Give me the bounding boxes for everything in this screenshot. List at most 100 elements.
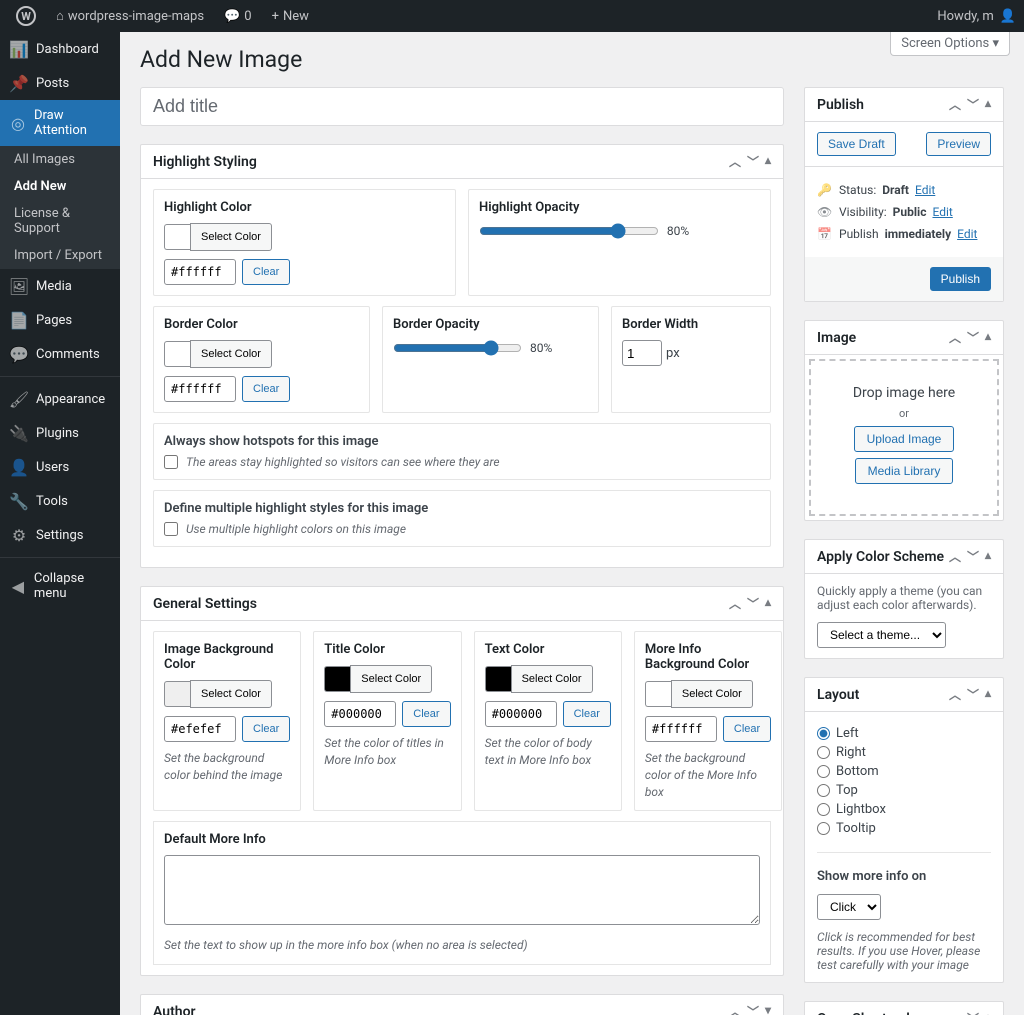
- radio-top[interactable]: Top: [817, 783, 991, 798]
- color-swatch[interactable]: [645, 681, 671, 707]
- radio-input[interactable]: [817, 803, 830, 816]
- select-color-button[interactable]: Select Color: [190, 223, 272, 251]
- box-header[interactable]: Apply Color Scheme︿﹀▴: [805, 540, 1003, 574]
- drop-zone[interactable]: Drop image here or Upload Image Media Li…: [809, 359, 999, 516]
- sidebar-item-users[interactable]: 👤Users: [0, 450, 120, 484]
- clear-button[interactable]: Clear: [242, 259, 290, 285]
- new-link[interactable]: + New: [264, 0, 317, 32]
- caret-up-icon[interactable]: ▴: [985, 686, 991, 703]
- caret-up-icon[interactable]: ▴: [985, 329, 991, 346]
- clear-button[interactable]: Clear: [402, 701, 450, 727]
- sidebar-item-drawattention[interactable]: ◎Draw Attention: [0, 100, 120, 146]
- chevron-up-icon[interactable]: ︿: [949, 96, 961, 113]
- select-color-button[interactable]: Select Color: [350, 665, 432, 693]
- opacity-slider[interactable]: [393, 340, 522, 356]
- radio-bottom[interactable]: Bottom: [817, 764, 991, 779]
- select-color-button[interactable]: Select Color: [511, 665, 593, 693]
- width-input[interactable]: [622, 340, 662, 366]
- radio-input[interactable]: [817, 765, 830, 778]
- caret-down-icon[interactable]: ▾: [765, 1003, 771, 1015]
- chevron-down-icon[interactable]: ﹀: [967, 96, 979, 113]
- howdy-menu[interactable]: Howdy, m 👤: [937, 9, 1016, 24]
- box-header[interactable]: Image︿﹀▴: [805, 321, 1003, 355]
- box-header[interactable]: Highlight Styling ︿﹀▴: [141, 145, 783, 179]
- sidebar-item-pages[interactable]: 📄Pages: [0, 303, 120, 337]
- clear-button[interactable]: Clear: [242, 376, 290, 402]
- color-swatch[interactable]: [324, 666, 350, 692]
- chevron-up-icon[interactable]: ︿: [949, 329, 961, 346]
- radio-input[interactable]: [817, 746, 830, 759]
- sidebar-item-posts[interactable]: 📌Posts: [0, 66, 120, 100]
- color-swatch[interactable]: [164, 681, 190, 707]
- radio-right[interactable]: Right: [817, 745, 991, 760]
- sidebar-sub-import[interactable]: Import / Export: [0, 242, 120, 269]
- chevron-up-icon[interactable]: ︿: [729, 153, 741, 170]
- publish-button[interactable]: Publish: [930, 267, 991, 291]
- color-swatch[interactable]: [164, 224, 190, 250]
- caret-up-icon[interactable]: ▴: [985, 1010, 991, 1015]
- box-header[interactable]: Copy Shortcode︿﹀▴: [805, 1002, 1003, 1015]
- select-color-button[interactable]: Select Color: [671, 680, 753, 708]
- sidebar-sub-license[interactable]: License & Support: [0, 200, 120, 242]
- chevron-down-icon[interactable]: ﹀: [967, 686, 979, 703]
- caret-up-icon[interactable]: ▴: [765, 595, 771, 612]
- box-header[interactable]: General Settings ︿﹀▴: [141, 587, 783, 621]
- preview-button[interactable]: Preview: [926, 132, 991, 156]
- site-link[interactable]: ⌂ wordpress-image-maps: [48, 0, 212, 32]
- screen-options-button[interactable]: Screen Options ▾: [890, 32, 1010, 56]
- edit-schedule-link[interactable]: Edit: [957, 227, 977, 241]
- sidebar-sub-allimages[interactable]: All Images: [0, 146, 120, 173]
- title-input[interactable]: [140, 87, 784, 126]
- chevron-down-icon[interactable]: ﹀: [967, 548, 979, 565]
- chevron-down-icon[interactable]: ﹀: [967, 1010, 979, 1015]
- color-swatch[interactable]: [164, 341, 190, 367]
- sidebar-item-tools[interactable]: 🔧Tools: [0, 484, 120, 518]
- save-draft-button[interactable]: Save Draft: [817, 132, 896, 156]
- sidebar-sub-addnew[interactable]: Add New: [0, 173, 120, 200]
- theme-select[interactable]: Select a theme...: [817, 622, 946, 648]
- color-swatch[interactable]: [485, 666, 511, 692]
- hex-input[interactable]: [164, 259, 236, 285]
- upload-image-button[interactable]: Upload Image: [854, 426, 955, 452]
- hex-input[interactable]: [645, 716, 717, 742]
- chevron-up-icon[interactable]: ︿: [949, 548, 961, 565]
- box-header[interactable]: Author ︿﹀▾: [141, 995, 783, 1015]
- chevron-up-icon[interactable]: ︿: [729, 1003, 741, 1015]
- always-checkbox[interactable]: [164, 455, 178, 469]
- sidebar-item-comments[interactable]: 💬Comments: [0, 337, 120, 371]
- chevron-down-icon[interactable]: ﹀: [747, 595, 759, 612]
- clear-button[interactable]: Clear: [563, 701, 611, 727]
- radio-input[interactable]: [817, 822, 830, 835]
- moreinfo-textarea[interactable]: [164, 855, 760, 925]
- chevron-down-icon[interactable]: ﹀: [967, 329, 979, 346]
- opacity-slider[interactable]: [479, 223, 659, 239]
- sidebar-item-appearance[interactable]: 🖌Appearance: [0, 382, 120, 416]
- clear-button[interactable]: Clear: [723, 716, 771, 742]
- caret-up-icon[interactable]: ▴: [765, 153, 771, 170]
- radio-tooltip[interactable]: Tooltip: [817, 821, 991, 836]
- box-header[interactable]: Layout︿﹀▴: [805, 678, 1003, 712]
- radio-left[interactable]: Left: [817, 726, 991, 741]
- radio-input[interactable]: [817, 784, 830, 797]
- chevron-up-icon[interactable]: ︿: [949, 1010, 961, 1015]
- sidebar-item-settings[interactable]: ⚙Settings: [0, 518, 120, 552]
- chevron-up-icon[interactable]: ︿: [729, 595, 741, 612]
- wp-logo[interactable]: W: [8, 0, 44, 32]
- multi-checkbox[interactable]: [164, 522, 178, 536]
- box-header[interactable]: Publish︿﹀▴: [805, 88, 1003, 122]
- chevron-down-icon[interactable]: ﹀: [747, 1003, 759, 1015]
- chevron-up-icon[interactable]: ︿: [949, 686, 961, 703]
- hex-input[interactable]: [485, 701, 557, 727]
- chevron-down-icon[interactable]: ﹀: [747, 153, 759, 170]
- comments-link[interactable]: 💬 0: [216, 0, 260, 32]
- sidebar-item-plugins[interactable]: 🔌Plugins: [0, 416, 120, 450]
- edit-status-link[interactable]: Edit: [915, 183, 935, 197]
- edit-visibility-link[interactable]: Edit: [932, 205, 952, 219]
- sidebar-item-dashboard[interactable]: 📊Dashboard: [0, 32, 120, 66]
- sidebar-item-media[interactable]: 🖼Media: [0, 269, 120, 303]
- select-color-button[interactable]: Select Color: [190, 340, 272, 368]
- caret-up-icon[interactable]: ▴: [985, 96, 991, 113]
- clear-button[interactable]: Clear: [242, 716, 290, 742]
- media-library-button[interactable]: Media Library: [855, 458, 954, 484]
- hex-input[interactable]: [324, 701, 396, 727]
